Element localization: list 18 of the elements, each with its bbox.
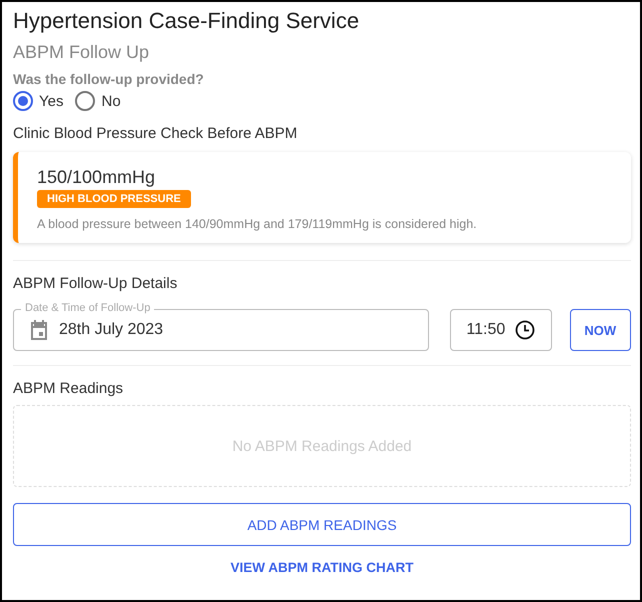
clock-icon xyxy=(515,320,536,340)
field-label: Date & Time of Follow-Up xyxy=(21,301,154,315)
add-readings-button[interactable]: ADD ABPM READINGS xyxy=(13,503,631,546)
page-title: Hypertension Case-Finding Service xyxy=(13,8,360,34)
page-subtitle: ABPM Follow Up xyxy=(13,41,150,63)
section-heading: ABPM Follow-Up Details xyxy=(13,275,178,292)
rating-chart-link[interactable]: VIEW ABPM RATING CHART xyxy=(230,560,414,575)
section-heading: Clinic Blood Pressure Check Before ABPM xyxy=(13,125,298,142)
status-tag: HIGH BLOOD PRESSURE xyxy=(37,190,191,208)
question-label: Was the follow-up provided? xyxy=(13,71,205,87)
time-field[interactable]: 11:50 xyxy=(450,309,552,351)
section-heading: ABPM Readings xyxy=(13,380,124,397)
bp-reading: 150/100mmHg xyxy=(37,167,156,188)
radio-option[interactable]: Yes xyxy=(13,91,64,111)
description-text: A blood pressure between 140/90mmHg and 179/119mmHg is considered high. xyxy=(37,217,477,231)
now-button[interactable]: NOW xyxy=(570,309,631,351)
calendar-icon xyxy=(30,320,48,340)
radio-option[interactable]: No xyxy=(75,91,121,111)
